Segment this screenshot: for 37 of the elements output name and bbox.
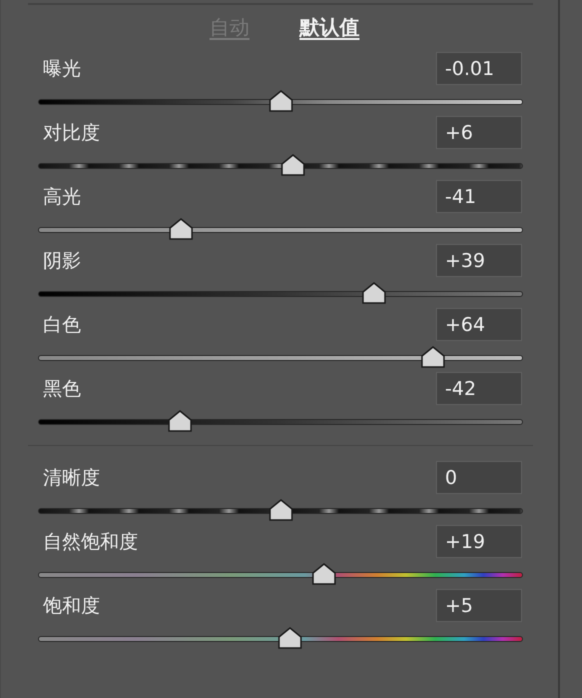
value-field[interactable]: +6 xyxy=(436,116,522,149)
slider-label: 饱和度 xyxy=(42,594,100,618)
value-field[interactable]: +64 xyxy=(436,308,522,341)
value-field[interactable]: -41 xyxy=(436,180,522,213)
value-field[interactable]: +39 xyxy=(436,244,522,277)
slider-thumb[interactable] xyxy=(312,562,336,584)
slider-track[interactable] xyxy=(38,498,523,520)
slider-thumb[interactable] xyxy=(362,282,386,304)
value-field[interactable]: +5 xyxy=(436,589,522,622)
value-field[interactable]: -0.01 xyxy=(436,52,522,85)
slider-track[interactable] xyxy=(38,346,523,368)
slider-label: 阴影 xyxy=(42,248,81,274)
slider-label: 清晰度 xyxy=(42,466,100,490)
slider-track[interactable] xyxy=(38,562,523,584)
slider-label: 对比度 xyxy=(42,120,100,146)
slider-thumb[interactable] xyxy=(281,154,306,176)
slider-track[interactable] xyxy=(38,90,523,112)
slider-thumb[interactable] xyxy=(168,410,192,432)
slider-label: 高光 xyxy=(42,184,81,210)
slider-thumb[interactable] xyxy=(268,498,292,520)
value-field[interactable]: +19 xyxy=(436,525,522,558)
slider-thumb[interactable] xyxy=(420,346,445,368)
slider-label: 自然饱和度 xyxy=(42,530,138,554)
slider-label: 曝光 xyxy=(42,56,81,82)
slider-track[interactable] xyxy=(38,154,523,176)
slider-track[interactable] xyxy=(38,410,523,432)
slider-track[interactable] xyxy=(38,626,523,648)
slider-thumb[interactable] xyxy=(278,626,302,648)
slider-label: 黑色 xyxy=(42,376,81,402)
slider-track[interactable] xyxy=(38,218,523,240)
slider-track[interactable] xyxy=(38,282,523,304)
slider-label: 白色 xyxy=(42,312,81,338)
slider-thumb[interactable] xyxy=(268,90,292,112)
tab[interactable]: 默认值 xyxy=(300,14,360,40)
value-field[interactable]: 0 xyxy=(436,461,522,494)
value-field[interactable]: -42 xyxy=(436,372,522,405)
slider-thumb[interactable] xyxy=(169,218,194,240)
